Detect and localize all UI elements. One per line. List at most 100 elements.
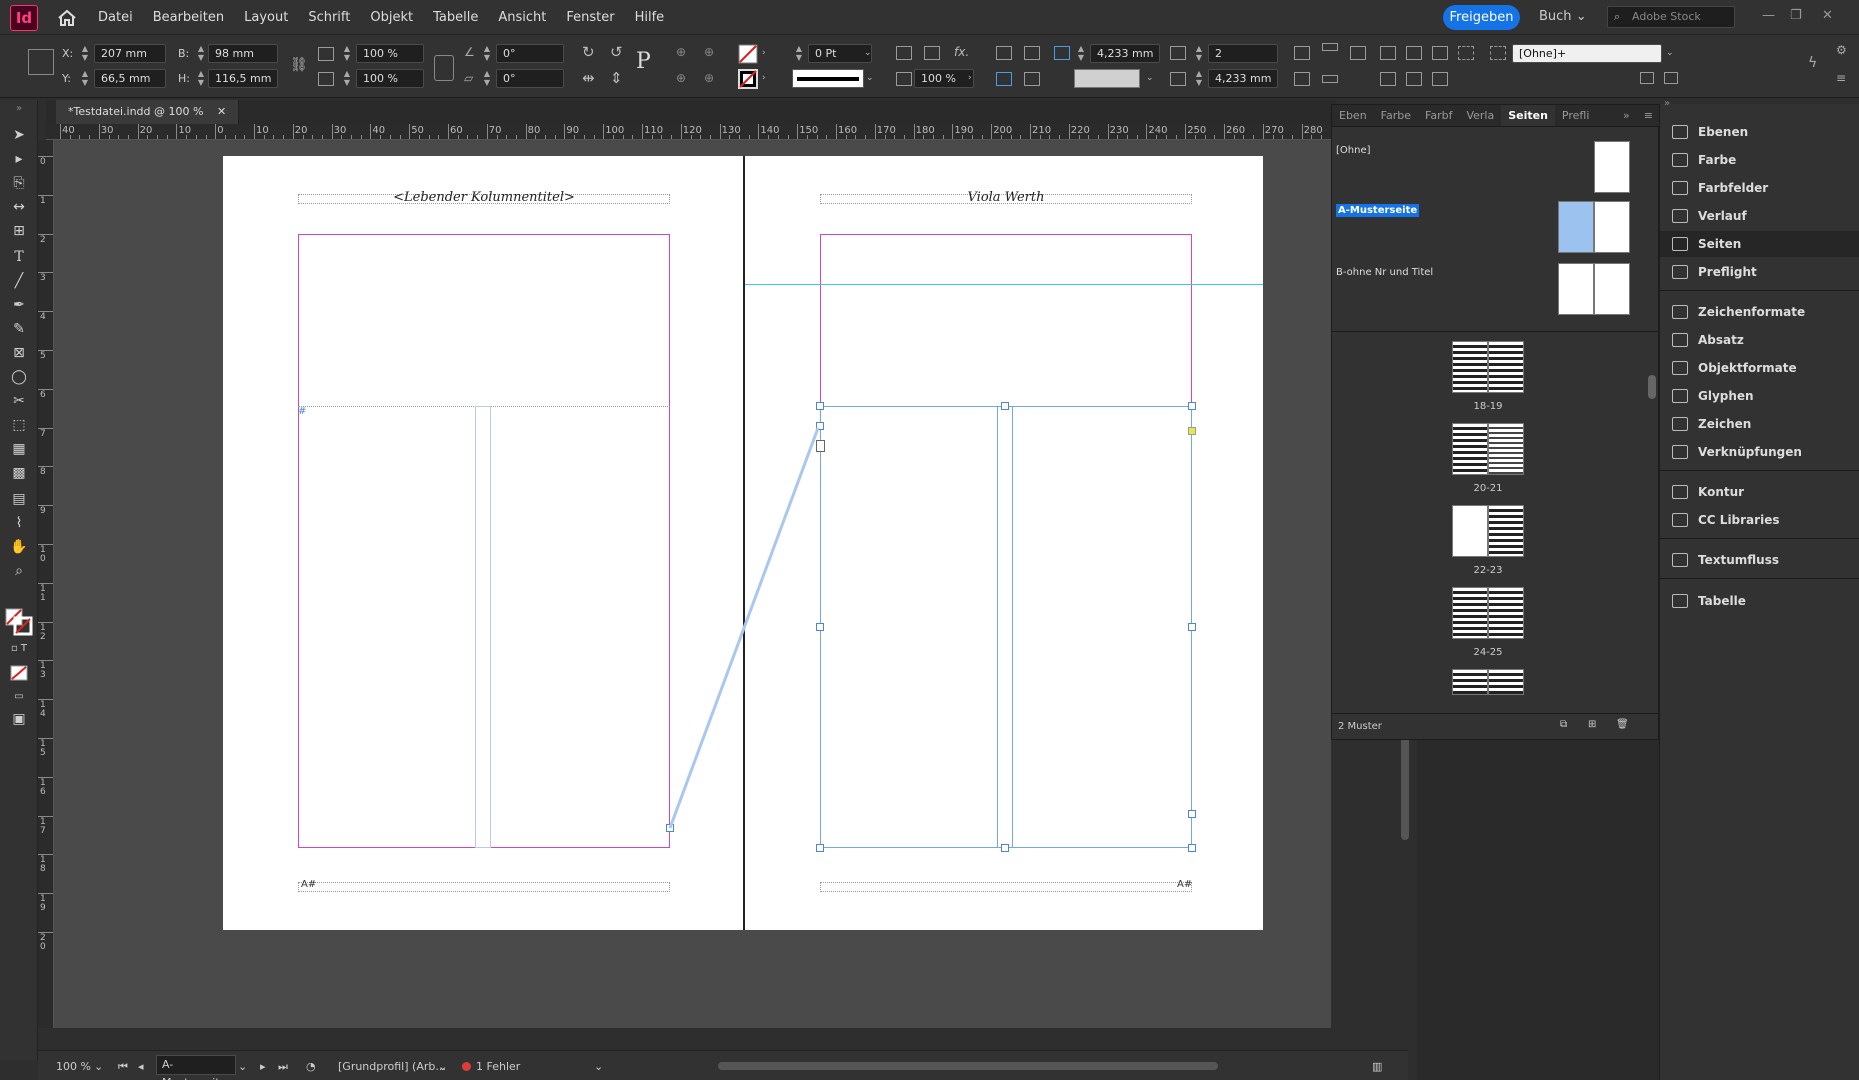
stroke-menu-chevron-icon[interactable]: › bbox=[762, 73, 766, 83]
page-tool-icon[interactable]: ⎘ bbox=[9, 174, 29, 192]
menu-layout[interactable]: Layout bbox=[234, 10, 298, 25]
stroke-type-select[interactable] bbox=[792, 69, 864, 88]
gear-icon[interactable]: ⚙ bbox=[1836, 43, 1847, 57]
vertical-align-icon[interactable] bbox=[1024, 72, 1040, 86]
rotate-stepper[interactable]: ▲ ▼ bbox=[480, 44, 494, 63]
menu-objekt[interactable]: Objekt bbox=[360, 10, 423, 25]
content-collector-icon[interactable]: ⊞ bbox=[9, 222, 29, 240]
zoom-tool-icon[interactable]: ⌕ bbox=[9, 562, 29, 580]
pages-scroll-thumb[interactable] bbox=[1648, 375, 1656, 399]
horizontal-ruler[interactable]: 40 30 20 10 0 10 20 30 40 50 60 70 80 90 100 110 120 130 1… bbox=[46, 124, 1331, 140]
align-h-center-icon[interactable] bbox=[1406, 46, 1422, 60]
master-b-right-thumb[interactable] bbox=[1594, 263, 1630, 315]
rotate-cw-icon[interactable]: ↻ bbox=[582, 43, 595, 61]
width-stepper[interactable]: ▲ ▼ bbox=[194, 44, 208, 63]
select-content-icon[interactable]: ⊕ bbox=[704, 45, 714, 59]
type-tool-icon[interactable]: T bbox=[9, 248, 29, 266]
menu-schrift[interactable]: Schrift bbox=[298, 10, 360, 25]
panel-options-icon[interactable]: ≡ bbox=[1637, 105, 1660, 126]
dock-objektformate[interactable]: Objektformate bbox=[1660, 355, 1859, 381]
columns-field[interactable]: 2 bbox=[1208, 44, 1278, 63]
preflight-status-icon[interactable]: ◔ bbox=[306, 1060, 316, 1073]
close-tab-icon[interactable]: ✕ bbox=[217, 105, 226, 118]
link-scale-icon[interactable] bbox=[434, 55, 454, 81]
dock-kontur[interactable]: Kontur bbox=[1660, 479, 1859, 505]
shear-stepper[interactable]: ▲ ▼ bbox=[480, 69, 494, 88]
opacity-field[interactable]: 100 % bbox=[914, 69, 974, 88]
height-field[interactable]: 116,5 mm bbox=[208, 69, 278, 88]
dock-farbe[interactable]: Farbe bbox=[1660, 147, 1859, 173]
rectangle-frame-tool-icon[interactable]: ⊠ bbox=[9, 344, 29, 362]
text-wrap-icon[interactable] bbox=[996, 72, 1012, 86]
error-dropdown-icon[interactable]: ⌄ bbox=[594, 1060, 603, 1073]
menu-fenster[interactable]: Fenster bbox=[556, 10, 624, 25]
spread-26-right-thumb[interactable] bbox=[1488, 669, 1524, 695]
scissors-tool-icon[interactable]: ✂ bbox=[9, 392, 29, 410]
menu-tabelle[interactable]: Tabelle bbox=[423, 10, 488, 25]
auto-size-icon[interactable] bbox=[1054, 46, 1070, 60]
horizontal-scrollbar[interactable] bbox=[54, 1040, 1404, 1050]
spread-22-left-thumb[interactable] bbox=[1452, 505, 1488, 557]
frame-fitting-icon[interactable] bbox=[924, 46, 940, 60]
dock-verlauf[interactable]: Verlauf bbox=[1660, 203, 1859, 229]
effects-icon[interactable]: fx. bbox=[954, 45, 969, 59]
pen-tool-icon[interactable]: ✒ bbox=[9, 296, 29, 314]
gutter2-field[interactable]: 4,233 mm bbox=[1208, 69, 1278, 88]
object-style-select[interactable]: [Ohne]+ bbox=[1512, 44, 1662, 63]
direct-selection-tool-icon[interactable]: ▸ bbox=[9, 150, 29, 168]
tab-farbe[interactable]: Farbe bbox=[1374, 105, 1418, 126]
stroke-weight-dropdown-icon[interactable]: ⌄ bbox=[864, 48, 872, 58]
swatch-dropdown-icon[interactable]: ⌄ bbox=[1146, 73, 1154, 83]
close-window-icon[interactable]: ✕ bbox=[1822, 8, 1833, 23]
document-tab[interactable]: *Testdatei.indd @ 100 % ✕ bbox=[56, 100, 240, 124]
note-tool-icon[interactable]: ▤ bbox=[9, 490, 29, 508]
wrap-options-icon[interactable] bbox=[1350, 46, 1366, 60]
scale-x-stepper[interactable]: ▲ ▼ bbox=[340, 44, 354, 63]
stroke-align-icon[interactable] bbox=[1322, 43, 1338, 51]
spread-24-left-thumb[interactable] bbox=[1452, 587, 1488, 639]
align-top-edges-icon[interactable] bbox=[1380, 72, 1396, 86]
fitting-icon[interactable] bbox=[896, 46, 912, 60]
last-page-icon[interactable]: ⏭ bbox=[278, 1060, 288, 1074]
reference-point-icon[interactable] bbox=[28, 49, 54, 75]
page-dropdown-icon[interactable]: ⌄ bbox=[238, 1060, 247, 1073]
dock-zeichen[interactable]: Zeichen bbox=[1660, 411, 1859, 437]
eyedropper-tool-icon[interactable]: ⌇ bbox=[9, 514, 29, 532]
preflight-errors[interactable]: 1 Fehler bbox=[462, 1060, 520, 1073]
tab-verlauf[interactable]: Verla bbox=[1459, 105, 1501, 126]
stroke-weight-stepper[interactable]: ▲ ▼ bbox=[792, 44, 806, 63]
pages-scrollbar[interactable] bbox=[1648, 341, 1656, 701]
dock-verknuepfungen[interactable]: Verknüpfungen bbox=[1660, 439, 1859, 465]
apply-none-icon[interactable] bbox=[10, 665, 28, 681]
menu-datei[interactable]: Datei bbox=[88, 10, 143, 25]
collapse-toolbox-icon[interactable]: » bbox=[9, 100, 29, 118]
gap-tool-icon[interactable]: ↔ bbox=[9, 198, 29, 216]
first-page-icon[interactable]: ⏮ bbox=[118, 1060, 128, 1074]
align-left-icon[interactable] bbox=[996, 46, 1012, 60]
scale-y-field[interactable]: 100 % bbox=[356, 69, 424, 88]
stroke-weight-field[interactable]: 0 Pt bbox=[808, 44, 872, 63]
panel-expand-icon[interactable]: » bbox=[1616, 105, 1637, 126]
tab-farbfelder[interactable]: Farbf bbox=[1418, 105, 1459, 126]
spread-18-left-thumb[interactable] bbox=[1452, 341, 1488, 393]
dock-ebenen[interactable]: Ebenen bbox=[1660, 119, 1859, 145]
flip-vertical-icon[interactable]: ⇕ bbox=[610, 69, 623, 87]
y-stepper[interactable]: ▲ ▼ bbox=[78, 69, 92, 88]
panel-menu-icon[interactable]: ≡ bbox=[1836, 71, 1846, 85]
align-left-edges-icon[interactable] bbox=[1380, 46, 1396, 60]
workspace-switcher[interactable]: Buch ⌄ bbox=[1539, 9, 1587, 24]
gutter2-stepper[interactable]: ▲ ▼ bbox=[1192, 69, 1206, 88]
quick-apply-icon[interactable] bbox=[1490, 46, 1506, 60]
stroke-type-dropdown-icon[interactable]: ⌄ bbox=[866, 73, 874, 83]
edit-page-size-icon[interactable]: ⧉ bbox=[1560, 719, 1567, 730]
preflight-profile[interactable]: [Grundprofil] (Arb... bbox=[338, 1060, 446, 1073]
master-none-thumb[interactable] bbox=[1594, 141, 1630, 193]
swatch-select[interactable] bbox=[1074, 69, 1140, 88]
zoom-level[interactable]: 100 % bbox=[56, 1060, 91, 1073]
columns-stepper[interactable]: ▲ ▼ bbox=[1192, 44, 1206, 63]
hand-tool-icon[interactable]: ✋ bbox=[9, 538, 29, 556]
line-tool-icon[interactable]: ╱ bbox=[9, 272, 29, 290]
split-view-icon[interactable]: ▥ bbox=[1372, 1060, 1382, 1073]
dock-preflight[interactable]: Preflight bbox=[1660, 259, 1859, 285]
align-v-center-icon[interactable] bbox=[1406, 72, 1422, 86]
